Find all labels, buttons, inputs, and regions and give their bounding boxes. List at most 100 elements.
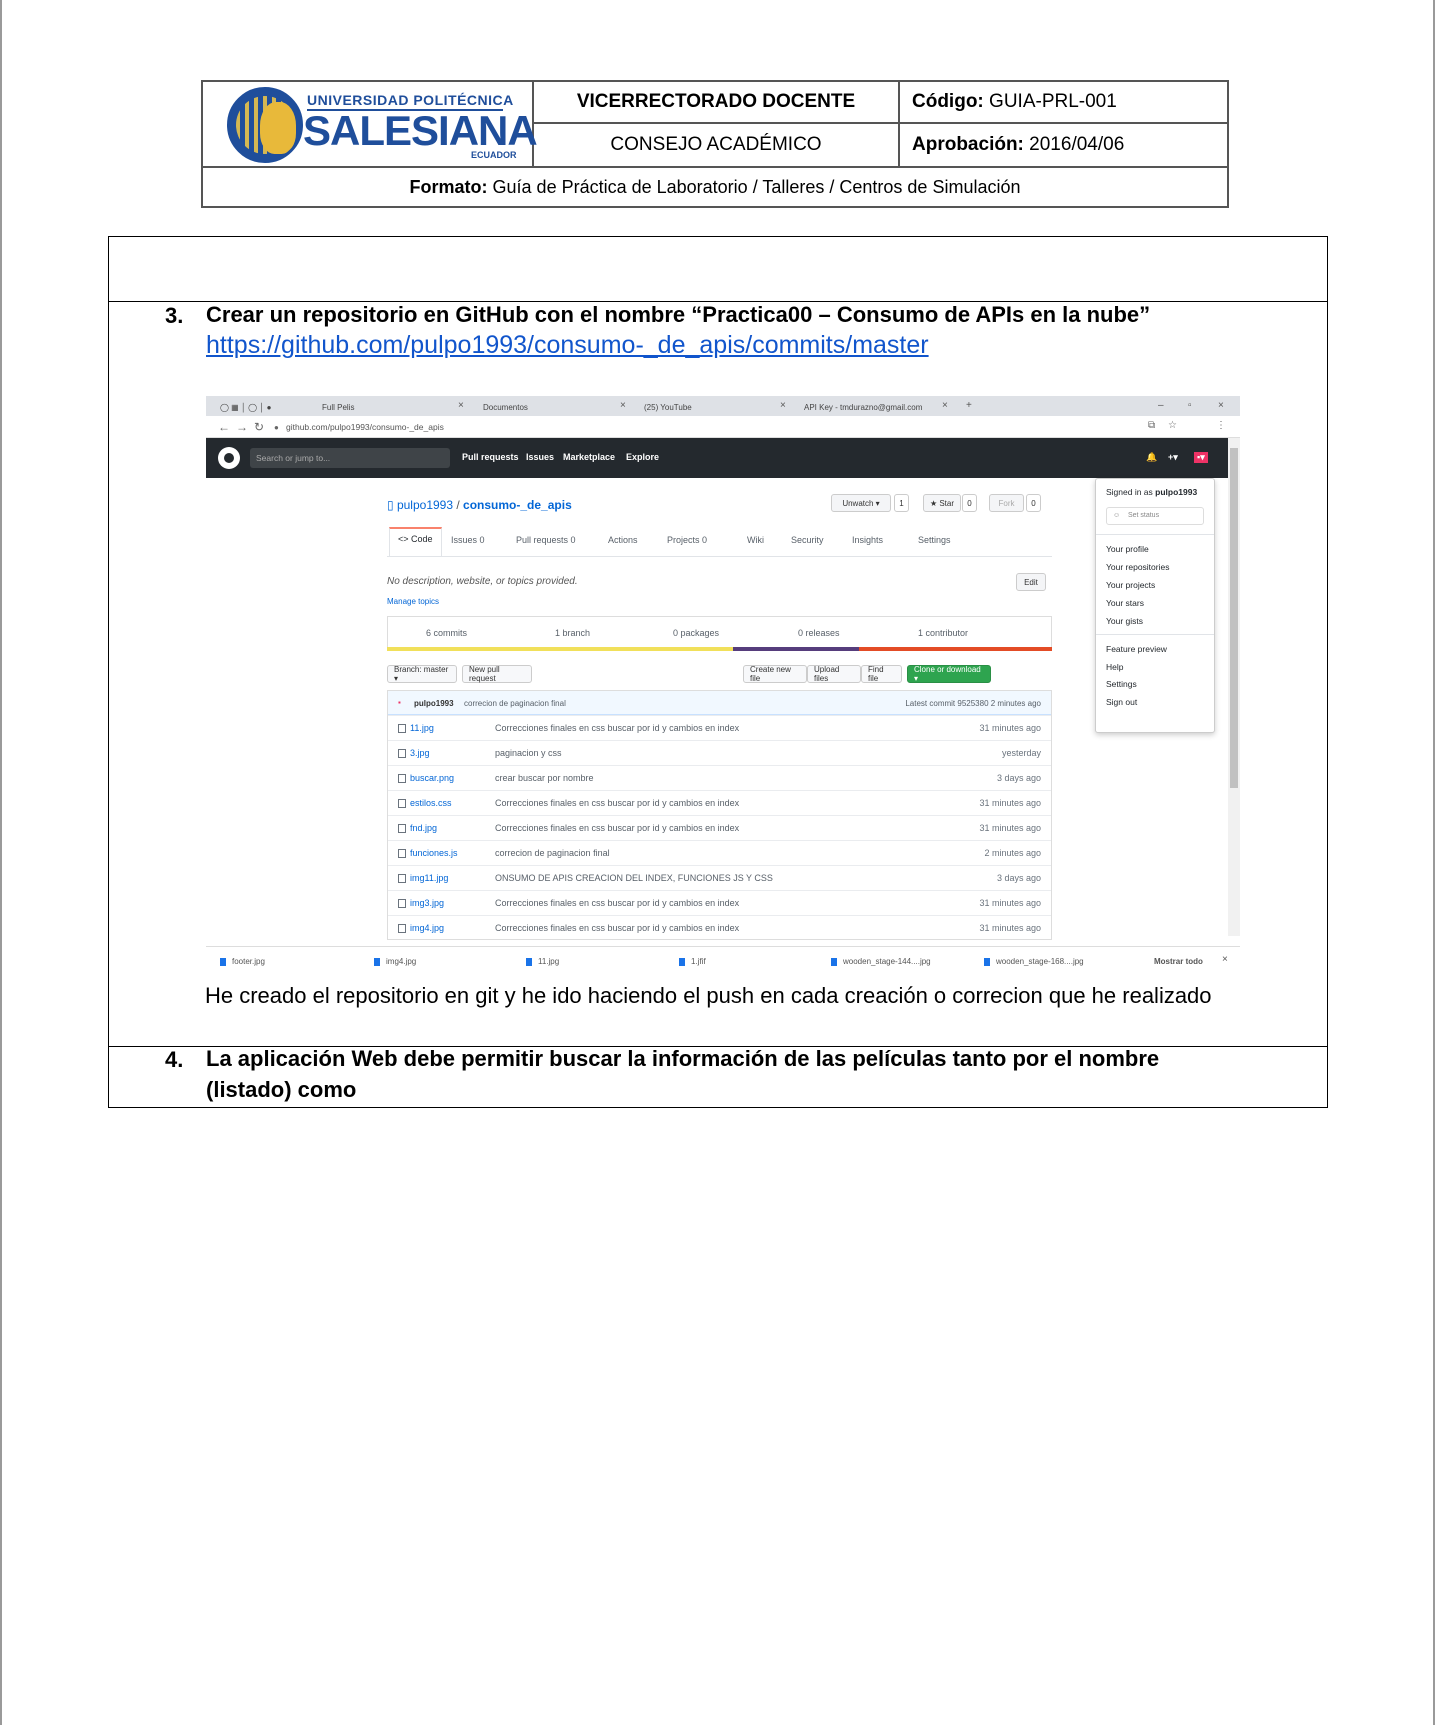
menu-dots-icon[interactable]: ⋮ bbox=[1216, 420, 1226, 431]
avatar[interactable]: ▪▾ bbox=[1194, 452, 1208, 463]
file-row[interactable]: 3.jpg paginacion y css yesterday bbox=[388, 740, 1051, 765]
item-4-number: 4. bbox=[165, 1047, 184, 1072]
window-close-icon[interactable]: × bbox=[1218, 400, 1224, 411]
signed-in-label: Signed in as pulpo1993 bbox=[1106, 487, 1198, 497]
browser-tab[interactable]: Full Pelis bbox=[322, 399, 354, 416]
translate-icon[interactable]: ⧉ bbox=[1148, 420, 1155, 431]
menu-your-projects[interactable]: Your projects bbox=[1106, 580, 1155, 590]
tab-actions[interactable]: Actions bbox=[608, 535, 638, 545]
file-row[interactable]: img11.jpg ONSUMO DE APIS CREACION DEL IND… bbox=[388, 865, 1051, 890]
consejo-cell: CONSEJO ACADÉMICO bbox=[534, 124, 900, 166]
download-item[interactable]: wooden_stage-144....jpg bbox=[831, 957, 931, 966]
tab-wiki[interactable]: Wiki bbox=[747, 535, 764, 545]
close-icon[interactable]: × bbox=[780, 400, 786, 411]
codigo-cell: Código: GUIA-PRL-001 bbox=[900, 82, 1227, 124]
nav-pull-requests[interactable]: Pull requests bbox=[462, 452, 519, 462]
download-item[interactable]: 1.jfif bbox=[679, 957, 706, 966]
tab-pull-requests[interactable]: Pull requests 0 bbox=[516, 535, 576, 545]
forward-icon[interactable]: → bbox=[236, 420, 248, 434]
set-status-button[interactable]: ☺ Set status bbox=[1106, 507, 1204, 525]
bookmark-star-icon[interactable]: ☆ bbox=[1168, 420, 1177, 431]
tab-code[interactable]: <> Code bbox=[389, 527, 442, 556]
language-bar bbox=[387, 647, 1052, 651]
browser-tab[interactable]: Documentos bbox=[483, 399, 528, 416]
close-icon[interactable]: × bbox=[1222, 954, 1228, 965]
item-4-text-line1: La aplicación Web debe permitir buscar l… bbox=[206, 1046, 1160, 1071]
releases-count[interactable]: 0 releases bbox=[798, 628, 840, 638]
new-pull-request-button[interactable]: New pull request bbox=[462, 665, 532, 683]
star-button[interactable]: ★ Star bbox=[923, 494, 961, 512]
download-item[interactable]: 11.jpg bbox=[526, 957, 559, 966]
logo-line2: SALESIANA bbox=[303, 107, 538, 154]
edit-button[interactable]: Edit bbox=[1016, 573, 1046, 591]
nav-explore[interactable]: Explore bbox=[626, 452, 659, 462]
reload-icon[interactable]: ↻ bbox=[254, 420, 264, 434]
github-logo-icon[interactable] bbox=[218, 447, 240, 469]
nav-issues[interactable]: Issues bbox=[526, 452, 554, 462]
download-item[interactable]: wooden_stage-168....jpg bbox=[984, 957, 1084, 966]
file-row[interactable]: img3.jpg Correcciones finales en css busc… bbox=[388, 890, 1051, 915]
back-icon[interactable]: ← bbox=[218, 420, 230, 434]
menu-your-gists[interactable]: Your gists bbox=[1106, 616, 1143, 626]
menu-your-repositories[interactable]: Your repositories bbox=[1106, 562, 1169, 572]
menu-your-stars[interactable]: Your stars bbox=[1106, 598, 1144, 608]
browser-tab[interactable]: (25) YouTube bbox=[644, 399, 692, 416]
nav-marketplace[interactable]: Marketplace bbox=[563, 452, 615, 462]
bell-icon[interactable]: 🔔 bbox=[1146, 452, 1157, 463]
scrollbar[interactable] bbox=[1228, 438, 1240, 936]
file-row[interactable]: buscar.png crear buscar por nombre 3 days … bbox=[388, 765, 1051, 790]
tab-issues[interactable]: Issues 0 bbox=[451, 535, 485, 545]
download-item[interactable]: footer.jpg bbox=[220, 957, 265, 966]
file-row[interactable]: estilos.css Correcciones finales en css b… bbox=[388, 790, 1051, 815]
branch-count[interactable]: 1 branch bbox=[555, 628, 590, 638]
tab-projects[interactable]: Projects 0 bbox=[667, 535, 707, 545]
file-icon bbox=[831, 957, 837, 966]
packages-count[interactable]: 0 packages bbox=[673, 628, 719, 638]
fork-button[interactable]: Fork bbox=[989, 494, 1024, 512]
close-icon[interactable]: × bbox=[458, 400, 464, 411]
show-all-button[interactable]: Mostrar todo bbox=[1154, 957, 1203, 966]
explanation-paragraph: He creado el repositorio en git y he ido… bbox=[205, 983, 1212, 1008]
latest-commit-bar: ▪ pulpo1993 correcion de paginacion fina… bbox=[388, 691, 1051, 715]
commits-count[interactable]: 6 commits bbox=[426, 628, 467, 638]
menu-help[interactable]: Help bbox=[1106, 662, 1123, 672]
menu-your-profile[interactable]: Your profile bbox=[1106, 544, 1149, 554]
menu-sign-out[interactable]: Sign out bbox=[1106, 697, 1137, 707]
find-file-button[interactable]: Find file bbox=[861, 665, 902, 683]
tab-security[interactable]: Security bbox=[791, 535, 824, 545]
upload-files-button[interactable]: Upload files bbox=[807, 665, 861, 683]
repo-name-link[interactable]: consumo-_de_apis bbox=[463, 498, 572, 512]
repo-link[interactable]: https://github.com/pulpo1993/consumo-_de… bbox=[206, 331, 929, 360]
file-row[interactable]: img4.jpg Correcciones finales en css busc… bbox=[388, 915, 1051, 940]
star-count: 0 bbox=[962, 494, 977, 512]
download-item[interactable]: img4.jpg bbox=[374, 957, 416, 966]
document-header-table: UNIVERSIDAD POLITÉCNICA SALESIANA ECUADO… bbox=[201, 80, 1229, 208]
url-input[interactable]: github.com/pulpo1993/consumo-_de_apis bbox=[286, 422, 444, 432]
plus-icon[interactable]: +▾ bbox=[1168, 452, 1178, 463]
logo-line3: ECUADOR bbox=[471, 150, 517, 160]
search-input[interactable]: Search or jump to... bbox=[250, 448, 450, 468]
file-row[interactable]: fnd.jpg Correcciones finales en css busca… bbox=[388, 815, 1051, 840]
menu-feature-preview[interactable]: Feature preview bbox=[1106, 644, 1167, 654]
tab-settings[interactable]: Settings bbox=[918, 535, 951, 545]
restore-icon[interactable]: ▫ bbox=[1188, 400, 1192, 411]
unwatch-button[interactable]: Unwatch ▾ bbox=[831, 494, 891, 512]
repo-owner-link[interactable]: pulpo1993 bbox=[397, 498, 453, 512]
new-tab-icon[interactable]: + bbox=[966, 400, 972, 411]
repo-breadcrumb: ▯ pulpo1993 / consumo-_de_apis bbox=[387, 498, 572, 512]
tab-insights[interactable]: Insights bbox=[852, 535, 883, 545]
close-icon[interactable]: × bbox=[620, 400, 626, 411]
menu-settings[interactable]: Settings bbox=[1106, 679, 1137, 689]
file-row[interactable]: funciones.js correcion de paginacion fina… bbox=[388, 840, 1051, 865]
contributor-count[interactable]: 1 contributor bbox=[918, 628, 968, 638]
manage-topics-link[interactable]: Manage topics bbox=[387, 597, 439, 606]
minimize-icon[interactable]: – bbox=[1158, 400, 1164, 411]
file-row[interactable]: 11.jpg Correcciones finales en css buscar… bbox=[388, 715, 1051, 740]
create-new-file-button[interactable]: Create new file bbox=[743, 665, 807, 683]
repo-icon: ▯ bbox=[387, 498, 394, 512]
clone-download-button[interactable]: Clone or download ▾ bbox=[907, 665, 991, 683]
close-icon[interactable]: × bbox=[942, 400, 948, 411]
browser-tab[interactable]: API Key - tmdurazno@gmail.com bbox=[804, 399, 922, 416]
address-bar: ← → ↻ ● github.com/pulpo1993/consumo-_de… bbox=[206, 416, 1240, 438]
branch-select[interactable]: Branch: master ▾ bbox=[387, 665, 457, 683]
